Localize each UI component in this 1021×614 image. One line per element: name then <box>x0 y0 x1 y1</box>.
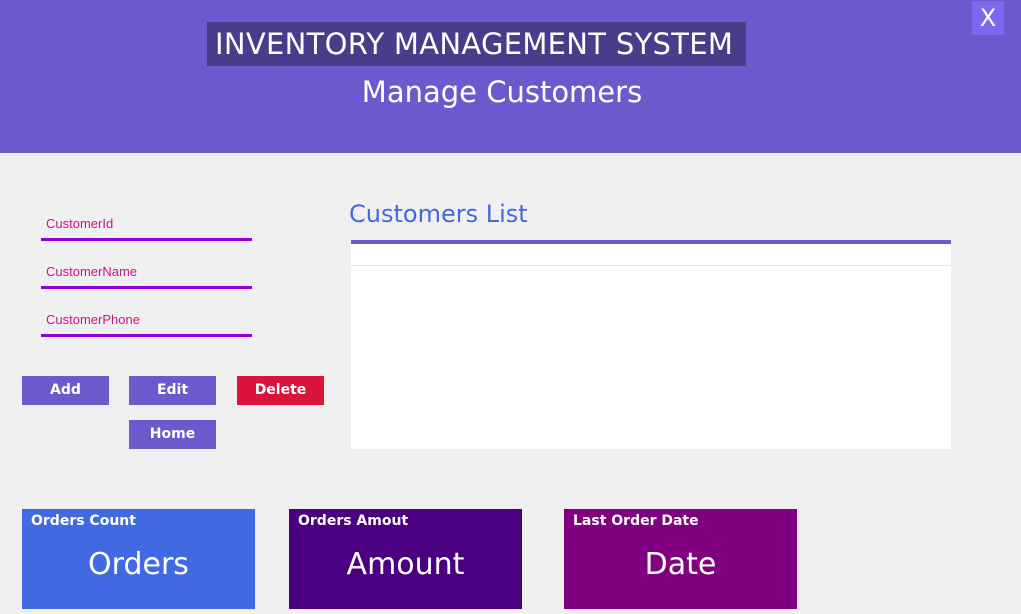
customer-phone-field <box>41 306 252 337</box>
add-button[interactable]: Add <box>22 376 109 405</box>
header-bar: INVENTORY MANAGEMENT SYSTEM Manage Custo… <box>0 0 1021 153</box>
home-button[interactable]: Home <box>129 420 216 449</box>
edit-button[interactable]: Edit <box>129 376 216 405</box>
orders-count-card: Orders Count Orders <box>22 509 255 609</box>
customer-phone-input[interactable] <box>41 306 252 332</box>
delete-button[interactable]: Delete <box>237 376 324 405</box>
orders-amount-card: Orders Amout Amount <box>289 509 522 609</box>
customer-name-field <box>41 258 252 289</box>
last-order-card: Last Order Date Date <box>564 509 797 609</box>
manage-customers-window: INVENTORY MANAGEMENT SYSTEM Manage Custo… <box>0 0 1021 614</box>
grid-header-row <box>351 244 951 266</box>
app-title: INVENTORY MANAGEMENT SYSTEM <box>207 22 746 66</box>
orders-amount-label: Orders Amout <box>298 513 409 529</box>
orders-count-label: Orders Count <box>31 513 136 529</box>
page-title: Manage Customers <box>361 75 643 109</box>
customer-name-input[interactable] <box>41 258 252 284</box>
orders-amount-value: Amount <box>346 547 465 582</box>
customers-list-title: Customers List <box>349 200 528 228</box>
customers-grid[interactable] <box>351 240 951 449</box>
customer-id-input[interactable] <box>41 210 252 236</box>
close-button[interactable]: X <box>972 1 1004 35</box>
orders-count-value: Orders <box>88 547 189 582</box>
last-order-value: Date <box>644 547 717 582</box>
customer-id-field <box>41 210 252 241</box>
last-order-label: Last Order Date <box>573 513 699 529</box>
